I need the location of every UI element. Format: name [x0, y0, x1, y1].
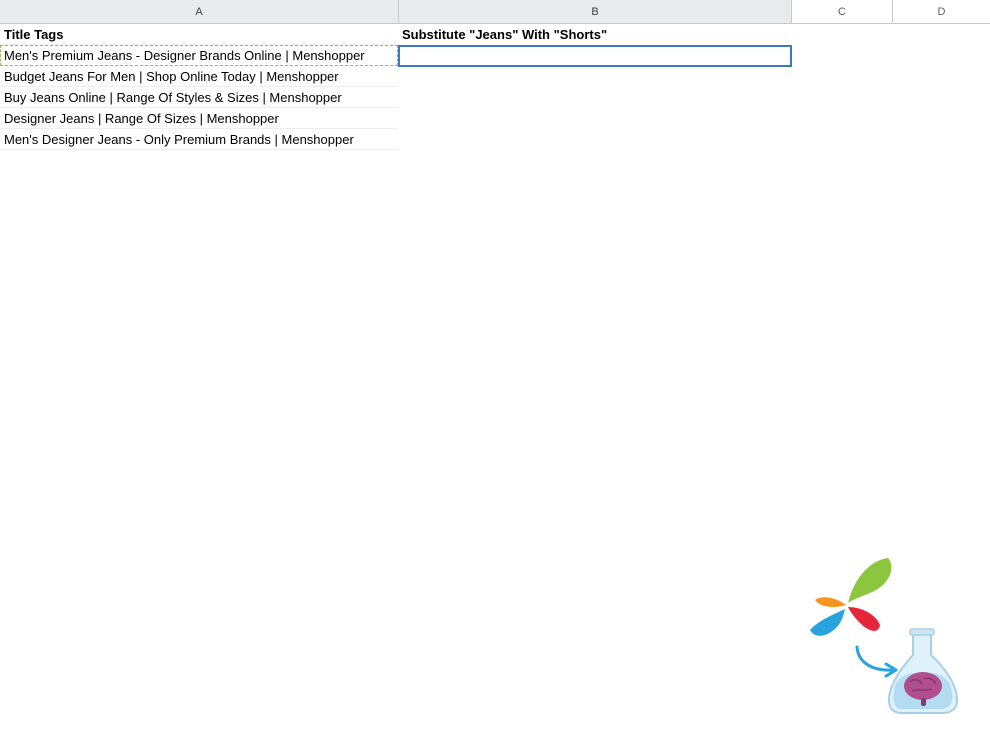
cell-a4[interactable]: Buy Jeans Online | Range Of Styles & Siz…: [0, 87, 398, 108]
column-header-row: A B C D: [0, 0, 990, 24]
column-header-a[interactable]: A: [0, 0, 399, 24]
flask-icon: [887, 628, 959, 714]
column-header-d[interactable]: D: [893, 0, 990, 24]
green-petal: [848, 558, 892, 603]
orange-petal: [815, 597, 846, 608]
copy-selection-border: [0, 45, 398, 66]
blue-petal: [810, 609, 845, 636]
red-petal: [848, 607, 880, 631]
cell-b1[interactable]: Substitute "Jeans" With "Shorts": [398, 24, 792, 45]
arrow-icon: [855, 645, 894, 672]
column-header-b[interactable]: B: [399, 0, 792, 24]
cell-a6[interactable]: Men's Designer Jeans - Only Premium Bran…: [0, 129, 398, 150]
column-header-c[interactable]: C: [792, 0, 893, 24]
cell-a5[interactable]: Designer Jeans | Range Of Sizes | Mensho…: [0, 108, 398, 129]
cell-a1[interactable]: Title Tags: [0, 24, 398, 45]
logo-icon: [810, 558, 959, 714]
brain-icon: [904, 672, 942, 700]
active-cell-b2[interactable]: [398, 45, 792, 67]
cell-a3[interactable]: Budget Jeans For Men | Shop Online Today…: [0, 66, 398, 87]
